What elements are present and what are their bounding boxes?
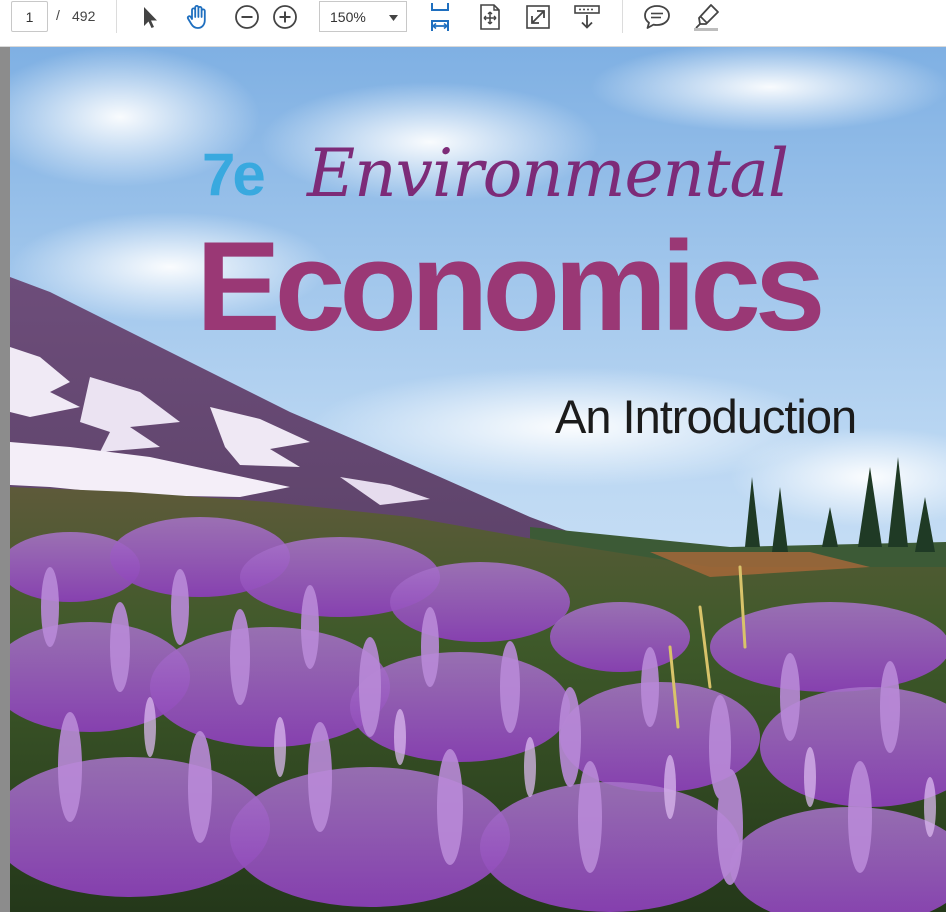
pdf-page-cover: 7e Environmental Economics An Introducti… — [10, 47, 946, 912]
zoom-in-button[interactable] — [268, 0, 302, 33]
fullscreen-button[interactable] — [521, 0, 555, 33]
scroll-mode-icon — [574, 4, 600, 29]
cover-title-environmental: Environmental — [307, 135, 789, 212]
fit-page-icon — [431, 2, 449, 31]
pdf-toolbar: / 492 150% — [0, 0, 946, 47]
zoom-level-dropdown[interactable]: 150% — [319, 1, 407, 32]
fit-page-button[interactable] — [423, 0, 457, 33]
zoom-out-button[interactable] — [230, 0, 264, 33]
toolbar-divider — [116, 0, 117, 33]
highlight-icon — [694, 3, 719, 31]
toolbar-divider — [622, 0, 623, 33]
page-total-count: 492 — [72, 8, 96, 24]
cursor-select-icon — [144, 6, 157, 28]
page-separator: / — [56, 7, 60, 23]
highlight-button[interactable] — [689, 0, 723, 33]
hand-tool-button[interactable] — [181, 0, 215, 33]
comment-button[interactable] — [640, 0, 674, 33]
comment-icon — [644, 4, 670, 29]
cover-title-economics: Economics — [196, 215, 826, 357]
fit-width-button[interactable] — [473, 0, 507, 33]
chevron-down-icon — [389, 15, 398, 21]
zoom-out-icon — [235, 4, 259, 29]
zoom-in-icon — [273, 4, 297, 29]
select-tool-button[interactable] — [133, 0, 167, 33]
scroll-mode-button[interactable] — [570, 0, 604, 33]
cover-edition-label: 7e — [202, 141, 266, 208]
fullscreen-icon — [526, 4, 550, 29]
document-viewport[interactable]: 7e Environmental Economics An Introducti… — [0, 47, 946, 912]
zoom-level-value: 150% — [330, 9, 366, 25]
fit-width-icon — [480, 3, 500, 30]
page-number-input[interactable] — [11, 1, 48, 32]
cover-subtitle: An Introduction — [555, 390, 857, 443]
hand-pan-icon — [186, 4, 206, 29]
